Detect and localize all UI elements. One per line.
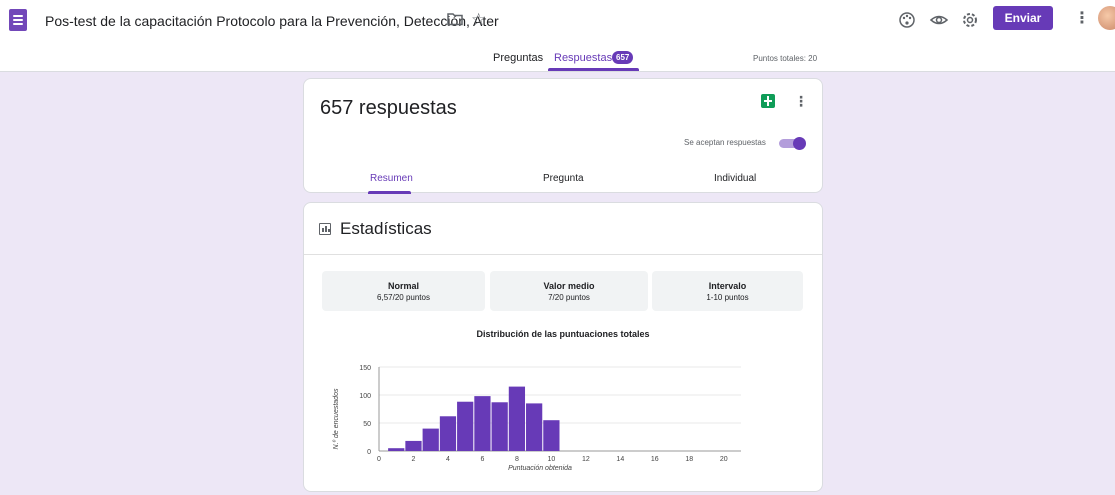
stat-label: Valor medio (543, 281, 595, 291)
avatar[interactable] (1098, 6, 1115, 30)
x-tick-label: 4 (446, 456, 450, 463)
y-tick-label: 50 (363, 421, 371, 428)
stat-value: 1-10 puntos (706, 293, 749, 302)
forms-logo-icon[interactable] (9, 9, 27, 31)
palette-icon[interactable] (897, 10, 917, 30)
y-axis-label: N.º de encuestados (333, 388, 340, 449)
histogram-bar (457, 401, 474, 451)
accepting-responses-label: Se aceptan respuestas (684, 138, 766, 147)
active-tab-indicator (548, 68, 639, 71)
x-tick-label: 6 (480, 456, 484, 463)
folder-icon[interactable] (447, 12, 463, 26)
subtab-summary[interactable]: Resumen (370, 173, 413, 184)
histogram-bar (388, 448, 405, 451)
sheets-icon[interactable] (761, 94, 775, 108)
stat-average: Normal 6,57/20 puntos (322, 271, 485, 311)
x-tick-label: 2 (412, 456, 416, 463)
stat-label: Intervalo (708, 281, 747, 291)
responses-summary-card: 657 respuestas ⋮ Se aceptan respuestas R… (303, 78, 823, 194)
stat-range: Intervalo 1-10 puntos (652, 271, 803, 311)
top-bar: Pos-test de la capacitación Protocolo pa… (0, 0, 1115, 72)
histogram-bar (508, 386, 526, 451)
x-tick-label: 0 (377, 456, 381, 463)
chart-title: Distribución de las puntuaciones totales (476, 329, 650, 339)
statistics-card: Estadísticas Normal 6,57/20 puntos Valor… (303, 202, 823, 492)
histogram-bar (422, 428, 439, 451)
x-tick-label: 10 (547, 456, 555, 463)
x-axis-label: Puntuación obtenida (508, 465, 572, 472)
x-tick-label: 14 (616, 456, 624, 463)
tab-questions[interactable]: Preguntas (493, 52, 543, 64)
x-tick-label: 12 (582, 456, 590, 463)
stat-value: 7/20 puntos (548, 293, 590, 302)
subtab-question[interactable]: Pregunta (543, 173, 584, 184)
divider (304, 254, 822, 255)
x-tick-label: 20 (720, 456, 728, 463)
eye-icon[interactable] (929, 10, 949, 30)
score-distribution-chart: 0 50 100 150 0 2 4 6 8 10 12 14 16 18 20 Puntuación obt… (333, 365, 741, 472)
histogram-bar (405, 440, 422, 451)
total-points: Puntos totales: 20 (753, 54, 818, 63)
tab-responses[interactable]: Respuestas (554, 52, 612, 64)
responses-count-badge: 657 (612, 51, 634, 64)
subtab-individual[interactable]: Individual (714, 173, 756, 184)
gear-icon[interactable] (960, 10, 980, 30)
x-tick-label: 16 (651, 456, 659, 463)
histogram-bar (439, 416, 457, 451)
send-button[interactable]: Enviar (993, 6, 1053, 30)
histogram-bar (474, 396, 491, 451)
star-icon[interactable]: ☆ (471, 10, 486, 30)
active-subtab-indicator (368, 191, 411, 194)
stat-label: Normal (387, 281, 419, 291)
bar-chart-icon (319, 223, 331, 235)
statistics-title: Estadísticas (340, 219, 432, 238)
x-tick-label: 18 (685, 456, 693, 463)
form-tabs: Preguntas Respuestas 657 Puntos totales:… (0, 48, 1115, 72)
accepting-responses-toggle[interactable] (779, 137, 807, 150)
stat-value: 6,57/20 puntos (377, 293, 430, 302)
x-tick-label: 8 (515, 456, 519, 463)
more-vert-icon[interactable]: ⋮ (1074, 8, 1090, 28)
y-tick-label: 100 (359, 393, 371, 400)
histogram-bar (526, 403, 543, 451)
stat-median: Valor medio 7/20 puntos (490, 271, 648, 311)
histogram-bar (491, 402, 508, 451)
more-vert-icon[interactable]: ⋮ (794, 93, 808, 110)
form-title[interactable]: Pos-test de la capacitación Protocolo pa… (45, 13, 499, 29)
responses-count: 657 respuestas (320, 97, 457, 119)
histogram-bar (543, 420, 560, 451)
y-tick-label: 150 (359, 365, 371, 372)
y-tick-label: 0 (367, 449, 371, 456)
